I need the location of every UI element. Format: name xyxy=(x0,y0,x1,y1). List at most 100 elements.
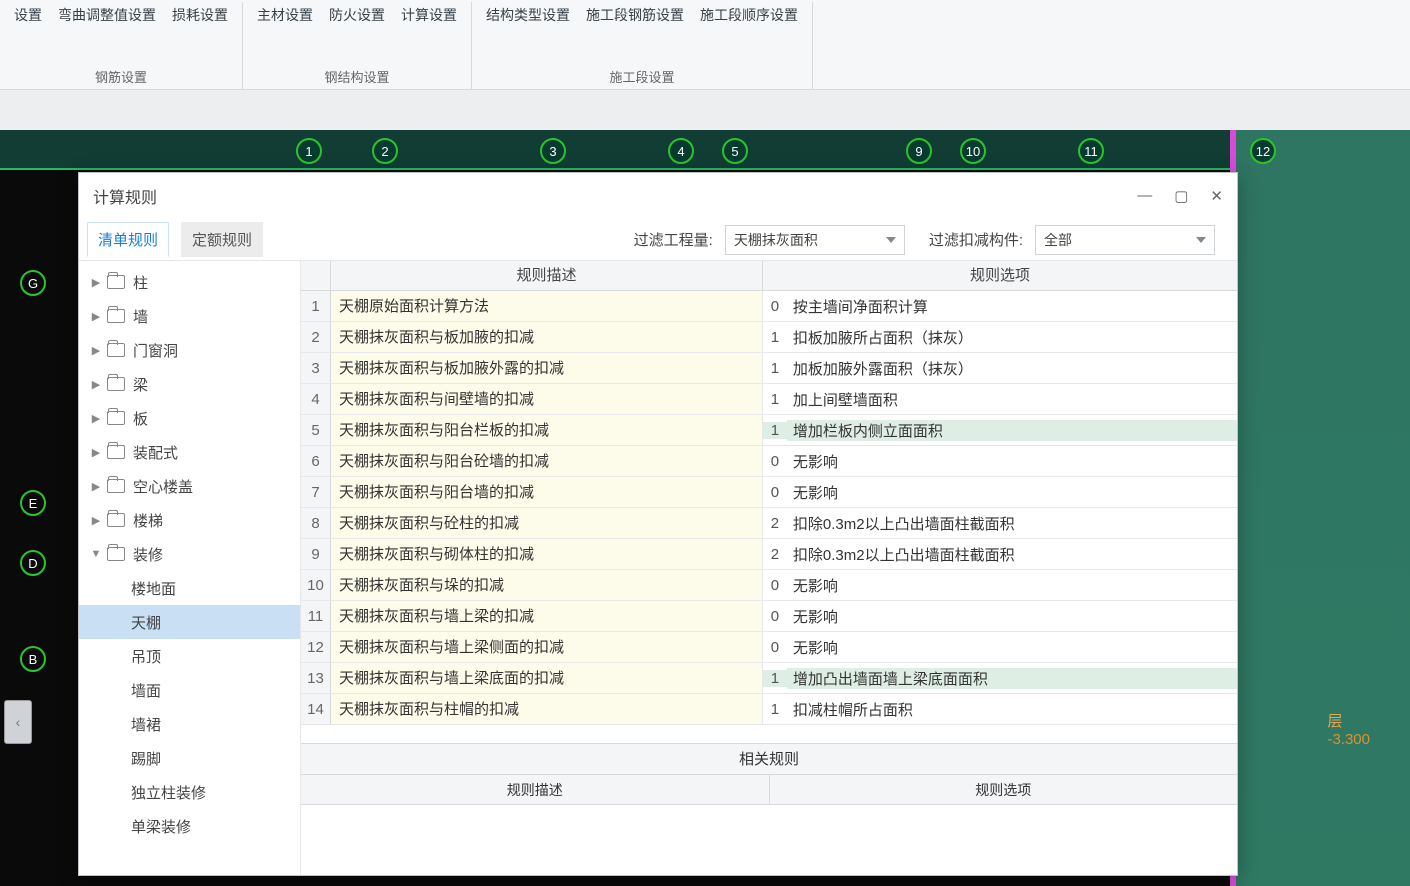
rule-option-index: 2 xyxy=(763,546,787,563)
ribbon-button[interactable]: 损耗设置 xyxy=(168,2,232,28)
rule-option-text: 无影响 xyxy=(787,606,1237,627)
tab-list-rules[interactable]: 清单规则 xyxy=(87,222,169,257)
tree-folder[interactable]: ▼ 装修 xyxy=(79,537,300,571)
rule-row[interactable]: 13天棚抹灰面积与墙上梁底面的扣减1增加凸出墙面墙上梁底面面积 xyxy=(301,663,1237,694)
rule-option-text: 无影响 xyxy=(787,482,1237,503)
rule-row[interactable]: 7天棚抹灰面积与阳台墙的扣减0 无影响 xyxy=(301,477,1237,508)
minimize-button[interactable]: ― xyxy=(1137,187,1152,205)
rule-option-index: 0 xyxy=(763,298,787,315)
rule-row[interactable]: 14天棚抹灰面积与柱帽的扣减1扣减柱帽所占面积 xyxy=(301,694,1237,725)
rule-description: 天棚抹灰面积与墙上梁侧面的扣减 xyxy=(331,632,763,662)
rule-row[interactable]: 3天棚抹灰面积与板加腋外露的扣减1加板加腋外露面积（抹灰） xyxy=(301,353,1237,384)
tree-leaf[interactable]: 独立柱装修 xyxy=(79,775,300,809)
folder-icon xyxy=(107,275,125,289)
ribbon-button[interactable]: 设置 xyxy=(10,2,46,28)
chevron-right-icon: ▶ xyxy=(89,344,103,357)
ribbon-button[interactable]: 计算设置 xyxy=(397,2,461,28)
rules-grid-header: 规则描述 规则选项 xyxy=(301,261,1237,291)
ribbon-button[interactable]: 主材设置 xyxy=(253,2,317,28)
rule-description: 天棚抹灰面积与砼柱的扣减 xyxy=(331,508,763,538)
rule-row[interactable]: 6天棚抹灰面积与阳台砼墙的扣减0 无影响 xyxy=(301,446,1237,477)
tree-folder[interactable]: ▶梁 xyxy=(79,367,300,401)
tree-leaf[interactable]: 楼地面 xyxy=(79,571,300,605)
related-rules-body xyxy=(301,805,1237,875)
tree-label: 吊顶 xyxy=(131,646,161,667)
grid-axis-number: 12 xyxy=(1250,138,1276,164)
tree-folder[interactable]: ▶ 门窗洞 xyxy=(79,333,300,367)
rule-row[interactable]: 10天棚抹灰面积与垛的扣减0 无影响 xyxy=(301,570,1237,601)
rule-row[interactable]: 8天棚抹灰面积与砼柱的扣减2扣除0.3m2以上凸出墙面柱截面积 xyxy=(301,508,1237,539)
rule-row[interactable]: 11天棚抹灰面积与墙上梁的扣减0 无影响 xyxy=(301,601,1237,632)
tree-label: 装修 xyxy=(133,544,163,565)
rule-option-text: 无影响 xyxy=(787,637,1237,658)
rule-option-index: 1 xyxy=(763,701,787,718)
rule-row[interactable]: 2天棚抹灰面积与板加腋的扣减1扣板加腋所占面积（抹灰） xyxy=(301,322,1237,353)
tree-label: 柱 xyxy=(133,272,148,293)
tree-folder[interactable]: ▶墙 xyxy=(79,299,300,333)
rule-row[interactable]: 12天棚抹灰面积与墙上梁侧面的扣减0 无影响 xyxy=(301,632,1237,663)
ribbon-button[interactable]: 施工段顺序设置 xyxy=(696,2,802,28)
tree-folder[interactable]: ▶板 xyxy=(79,401,300,435)
ribbon-group-caption: 钢结构设置 xyxy=(324,67,389,86)
rule-row[interactable]: 9天棚抹灰面积与砌体柱的扣减2扣除0.3m2以上凸出墙面柱截面积 xyxy=(301,539,1237,570)
chevron-right-icon: ▶ xyxy=(89,514,103,527)
close-button[interactable]: ✕ xyxy=(1210,187,1223,205)
filter-quantity-label: 过滤工程量: xyxy=(634,229,713,250)
tree-folder[interactable]: ▶柱 xyxy=(79,265,300,299)
rule-description: 天棚抹灰面积与阳台墙的扣减 xyxy=(331,477,763,507)
row-number: 10 xyxy=(301,570,331,600)
row-number: 14 xyxy=(301,694,331,724)
chevron-right-icon: ▶ xyxy=(89,412,103,425)
filter-quantity-select[interactable]: 天棚抹灰面积 xyxy=(725,225,905,255)
tree-folder[interactable]: ▶ 楼梯 xyxy=(79,503,300,537)
row-number: 8 xyxy=(301,508,331,538)
rule-row[interactable]: 5天棚抹灰面积与阳台栏板的扣减1增加栏板内侧立面面积 xyxy=(301,415,1237,446)
rule-description: 天棚抹灰面积与墙上梁的扣减 xyxy=(331,601,763,631)
filter-component-label: 过滤扣减构件: xyxy=(929,229,1023,250)
rule-option-text: 增加栏板内侧立面面积 xyxy=(787,420,1237,441)
tree-label: 板 xyxy=(133,408,148,429)
calc-rules-dialog: 计算规则 ― ▢ ✕ 清单规则 定额规则 过滤工程量: 天棚抹灰面积 过滤扣减构… xyxy=(78,172,1238,876)
tree-folder[interactable]: ▶空心楼盖 xyxy=(79,469,300,503)
chevron-down-icon: ▼ xyxy=(89,548,103,560)
category-tree[interactable]: ▶柱▶墙▶门窗洞▶梁▶板▶装配式▶空心楼盖▶楼梯▼装修楼地面天棚吊顶墙面墙裙踢脚… xyxy=(79,261,301,875)
tab-quota-rules[interactable]: 定额规则 xyxy=(181,222,263,257)
tree-leaf[interactable]: 单梁装修 xyxy=(79,809,300,843)
folder-icon xyxy=(107,377,125,391)
collapse-panel-button[interactable]: ‹ xyxy=(4,700,32,744)
grid-axis-number: 11 xyxy=(1078,138,1104,164)
rule-row[interactable]: 4天棚抹灰面积与间壁墙的扣减1加上间壁墙面积 xyxy=(301,384,1237,415)
ribbon-group: 设置弯曲调整值设置损耗设置钢筋设置 xyxy=(0,2,243,90)
tree-folder[interactable]: ▶装配式 xyxy=(79,435,300,469)
tree-label: 楼梯 xyxy=(133,510,163,531)
tree-leaf[interactable]: 墙裙 xyxy=(79,707,300,741)
tree-label: 门窗洞 xyxy=(133,340,178,361)
maximize-button[interactable]: ▢ xyxy=(1174,187,1188,205)
rule-option-text: 无影响 xyxy=(787,451,1237,472)
tree-leaf[interactable]: 吊顶 xyxy=(79,639,300,673)
filter-component-select[interactable]: 全部 xyxy=(1035,225,1215,255)
rules-grid-body[interactable]: 1天棚原始面积计算方法0按主墙间净面积计算2天棚抹灰面积与板加腋的扣减1扣板加腋… xyxy=(301,291,1237,743)
ribbon-button[interactable]: 防火设置 xyxy=(325,2,389,28)
rule-row[interactable]: 1天棚原始面积计算方法0按主墙间净面积计算 xyxy=(301,291,1237,322)
folder-icon xyxy=(107,479,125,493)
dialog-titlebar: 计算规则 ― ▢ ✕ xyxy=(79,173,1237,219)
grid-axis-number: 4 xyxy=(668,138,694,164)
ribbon-button[interactable]: 施工段钢筋设置 xyxy=(582,2,688,28)
folder-icon xyxy=(107,309,125,323)
grid-axis-letter: E xyxy=(20,490,46,516)
tree-label: 装配式 xyxy=(133,442,178,463)
rule-option-text: 加板加腋外露面积（抹灰） xyxy=(787,358,1237,379)
rule-option-index: 0 xyxy=(763,484,787,501)
tree-label: 梁 xyxy=(133,374,148,395)
tree-label: 墙裙 xyxy=(131,714,161,735)
ribbon-button[interactable]: 弯曲调整值设置 xyxy=(54,2,160,28)
tree-label: 单梁装修 xyxy=(131,816,191,837)
tree-leaf[interactable]: 踢脚 xyxy=(79,741,300,775)
grid-axis-letter: D xyxy=(20,550,46,576)
tree-leaf[interactable]: 墙面 xyxy=(79,673,300,707)
rule-option-text: 扣减柱帽所占面积 xyxy=(787,699,1237,720)
tree-leaf[interactable]: 天棚 xyxy=(79,605,300,639)
ribbon-button[interactable]: 结构类型设置 xyxy=(482,2,574,28)
row-number: 5 xyxy=(301,415,331,445)
